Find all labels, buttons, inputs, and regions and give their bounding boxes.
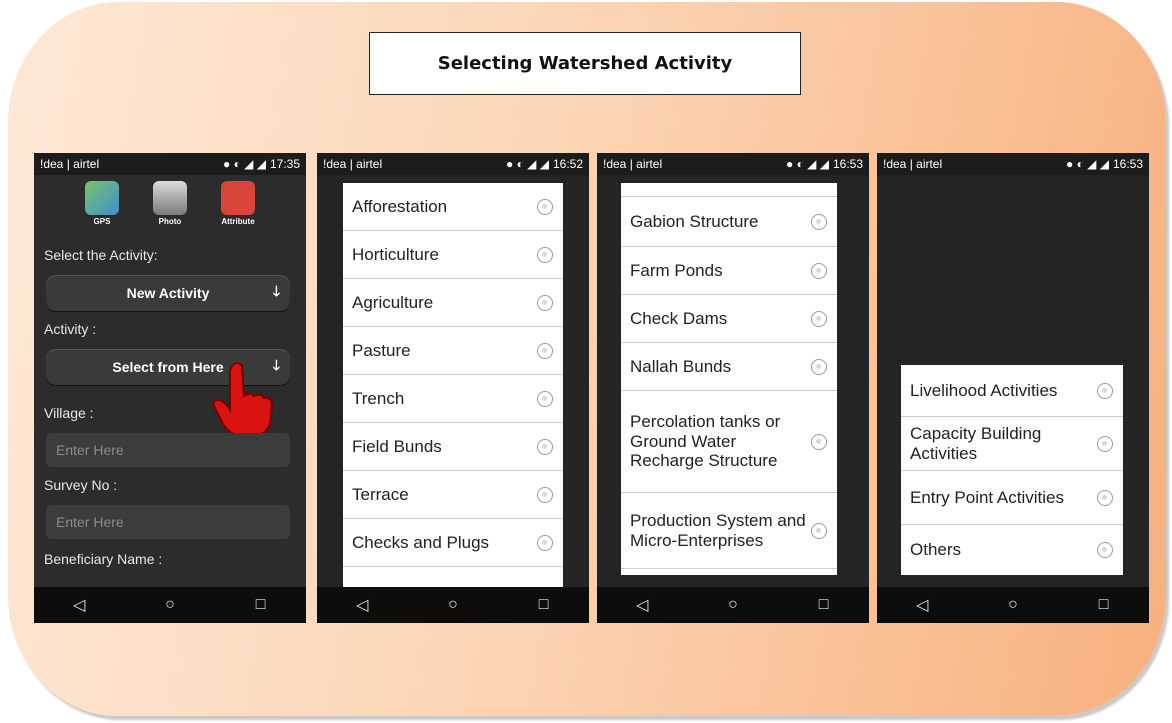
clock: 16:53	[1112, 157, 1143, 171]
select-activity-label: Select the Activity:	[44, 247, 158, 263]
list-item[interactable]: Nallah Bunds	[621, 343, 837, 391]
activity-dialog: Livelihood Activities Capacity Building …	[901, 365, 1123, 575]
radio-icon[interactable]	[811, 213, 827, 230]
activity-dialog: Afforestation Horticulture Agriculture P…	[343, 183, 563, 587]
back-icon[interactable]: ◁	[347, 595, 377, 615]
list-item[interactable]: Percolation tanks or Ground Water Rechar…	[621, 391, 837, 493]
clipboard-icon	[221, 181, 255, 215]
list-item[interactable]: Field Bunds	[343, 423, 563, 471]
recents-icon[interactable]: □	[809, 596, 839, 614]
activity-dialog: Gabion Structure Farm Ponds Check Dams N…	[621, 183, 837, 575]
radio-icon[interactable]	[537, 342, 553, 359]
phone-screen-list-2: !dea | airtel ● ◐ ◢ ◢ 16:53 Gabion Struct…	[597, 153, 869, 623]
nav-bar: ◁ ○ □	[34, 587, 306, 623]
back-icon[interactable]: ◁	[907, 595, 937, 615]
radio-icon[interactable]	[1097, 435, 1113, 452]
village-label: Village :	[44, 405, 94, 421]
toolbar: GPS Photo Attribute	[34, 181, 306, 231]
phone-screen-form: !dea | airtel ● ◐ ◢ ◢ 17:35 GPS Photo Att…	[34, 153, 306, 623]
home-icon[interactable]: ○	[718, 596, 748, 614]
arrow-down-icon: 🡓	[272, 283, 280, 299]
page-title: Selecting Watershed Activity	[369, 32, 801, 95]
status-bar: !dea | airtel ● ◐ ◢ ◢ 16:52	[317, 153, 589, 175]
signal-icons: ● ◐ ◢ ◢	[223, 157, 266, 171]
list-item[interactable]: Pasture	[343, 327, 563, 375]
list-item[interactable]: Others	[901, 525, 1123, 575]
map-icon	[85, 181, 119, 215]
list-item[interactable]: Gabion Structure	[621, 197, 837, 247]
signal-icons: ● ◐ ◢ ◢	[786, 157, 829, 171]
attribute-button[interactable]: Attribute	[215, 181, 261, 231]
status-bar: !dea | airtel ● ◐ ◢ ◢ 17:35	[34, 153, 306, 175]
phone-screen-list-3: !dea | airtel ● ◐ ◢ ◢ 16:53 Livelihood Ac…	[877, 153, 1149, 623]
recents-icon[interactable]: □	[246, 596, 276, 614]
activity-label: Activity :	[44, 321, 97, 337]
radio-icon[interactable]	[537, 534, 553, 551]
carrier-label: !dea | airtel	[883, 157, 943, 171]
radio-icon[interactable]	[537, 438, 553, 455]
list-item[interactable]: Afforestation	[343, 183, 563, 231]
beneficiary-label: Beneficiary Name :	[44, 551, 163, 567]
carrier-label: !dea | airtel	[603, 157, 663, 171]
list-item[interactable]: Entry Point Activities	[901, 471, 1123, 525]
radio-icon[interactable]	[1097, 489, 1113, 506]
list-item[interactable]: Capacity Building Activities	[901, 417, 1123, 471]
hand-pointer-icon	[212, 362, 274, 437]
list-item[interactable]: Livelihood Activities	[901, 365, 1123, 417]
radio-icon[interactable]	[811, 433, 827, 450]
radio-icon[interactable]	[537, 198, 553, 215]
radio-icon[interactable]	[537, 390, 553, 407]
survey-input[interactable]: Enter Here	[46, 505, 290, 539]
back-icon[interactable]: ◁	[627, 595, 657, 615]
recents-icon[interactable]: □	[1089, 596, 1119, 614]
radio-icon[interactable]	[811, 262, 827, 279]
radio-icon[interactable]	[1097, 382, 1113, 399]
camera-icon	[153, 181, 187, 215]
list-item[interactable]: Checks and Plugs	[343, 519, 563, 567]
nav-bar: ◁ ○ □	[317, 587, 589, 623]
home-icon[interactable]: ○	[438, 596, 468, 614]
carrier-label: !dea | airtel	[40, 157, 100, 171]
nav-bar: ◁ ○ □	[877, 587, 1149, 623]
radio-icon[interactable]	[537, 294, 553, 311]
gps-button[interactable]: GPS	[79, 181, 125, 231]
new-activity-button[interactable]: New Activity 🡓	[46, 275, 290, 311]
clock: 17:35	[269, 157, 300, 171]
phone-screen-list-1: !dea | airtel ● ◐ ◢ ◢ 16:52 Afforestation…	[317, 153, 589, 623]
radio-icon[interactable]	[537, 246, 553, 263]
list-item[interactable]: Farm Ponds	[621, 247, 837, 295]
radio-icon[interactable]	[811, 358, 827, 375]
list-item[interactable]: Terrace	[343, 471, 563, 519]
survey-label: Survey No :	[44, 477, 118, 493]
carrier-label: !dea | airtel	[323, 157, 383, 171]
photo-button[interactable]: Photo	[147, 181, 193, 231]
list-item[interactable]: Agriculture	[343, 279, 563, 327]
radio-icon[interactable]	[1097, 542, 1113, 558]
radio-icon[interactable]	[537, 486, 553, 503]
status-bar: !dea | airtel ● ◐ ◢ ◢ 16:53	[597, 153, 869, 175]
list-item[interactable]: Check Dams	[621, 295, 837, 343]
list-item[interactable]: Production System and Micro-Enterprises	[621, 493, 837, 569]
back-icon[interactable]: ◁	[64, 595, 94, 615]
status-bar: !dea | airtel ● ◐ ◢ ◢ 16:53	[877, 153, 1149, 175]
radio-icon[interactable]	[811, 522, 827, 539]
list-item-partial	[621, 183, 837, 197]
recents-icon[interactable]: □	[529, 596, 559, 614]
radio-icon[interactable]	[811, 310, 827, 327]
home-icon[interactable]: ○	[998, 596, 1028, 614]
list-item[interactable]: Trench	[343, 375, 563, 423]
signal-icons: ● ◐ ◢ ◢	[506, 157, 549, 171]
signal-icons: ● ◐ ◢ ◢	[1066, 157, 1109, 171]
clock: 16:52	[552, 157, 583, 171]
clock: 16:53	[832, 157, 863, 171]
list-item[interactable]: Horticulture	[343, 231, 563, 279]
home-icon[interactable]: ○	[155, 596, 185, 614]
nav-bar: ◁ ○ □	[597, 587, 869, 623]
village-input[interactable]: Enter Here	[46, 433, 290, 467]
